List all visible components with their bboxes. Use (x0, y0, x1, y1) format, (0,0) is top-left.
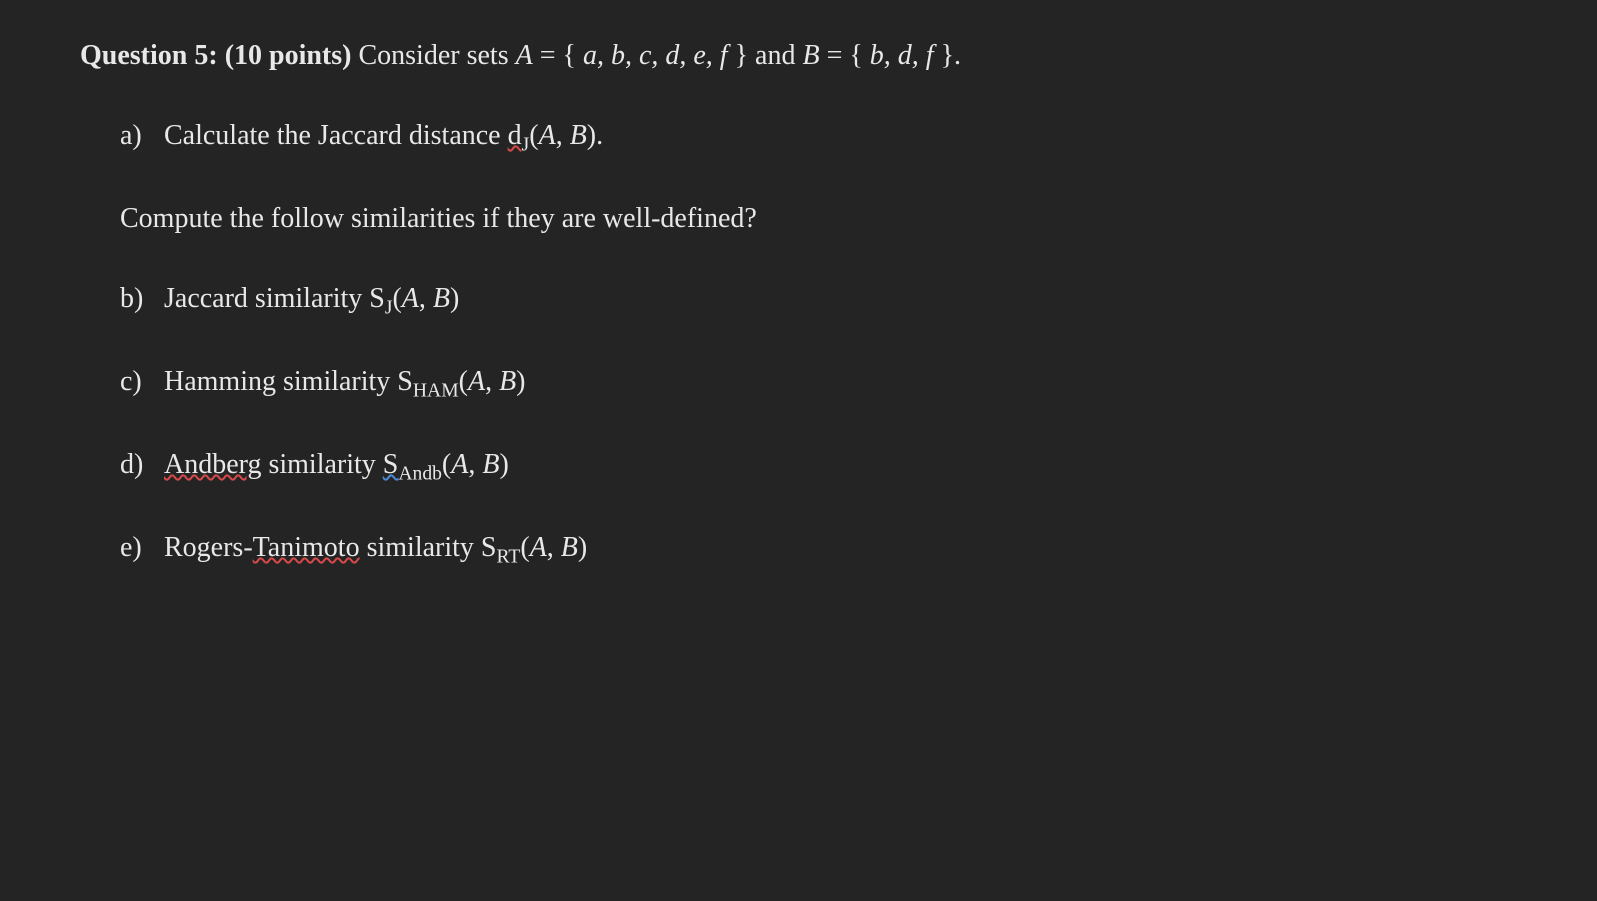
close-paren: ) (450, 283, 459, 314)
set-a-members: a, b, c, d, e, f (583, 40, 728, 71)
var-a: A (468, 366, 485, 397)
dj-notation: dJ (508, 120, 530, 151)
set-a-close: } and (735, 40, 803, 71)
question-header: Question 5: (10 points) Consider sets A … (80, 35, 1517, 77)
sep: , (485, 366, 499, 397)
close-paren: ) (516, 366, 525, 397)
item-d-mid: similarity (261, 449, 382, 480)
open-paren: ( (459, 366, 468, 397)
sandb-sub: Andb (398, 464, 442, 485)
item-c-prefix: Hamming similarity S (164, 366, 413, 397)
srt-sub: RT (496, 547, 520, 568)
item-a-prefix: Calculate the Jaccard distance (164, 120, 508, 151)
question-body: a) Calculate the Jaccard distance dJ(A, … (80, 115, 1517, 572)
item-b: b) Jaccard similarity SJ(A, B) (120, 278, 1517, 323)
question-number: Question 5: (80, 40, 218, 71)
set-b-close: }. (941, 40, 961, 71)
item-content: Rogers-Tanimoto similarity SRT(A, B) (164, 527, 587, 572)
item-content: Jaccard similarity SJ(A, B) (164, 278, 459, 323)
sep: , (547, 532, 561, 563)
s-letter: S (383, 449, 399, 480)
sandb-notation: SAndb (383, 449, 442, 480)
open-paren: ( (529, 120, 538, 151)
item-content: Andberg similarity SAndb(A, B) (164, 444, 509, 489)
prompt-prefix: Consider sets (358, 40, 515, 71)
var-b: B (570, 120, 587, 151)
close-paren: ). (587, 120, 603, 151)
open-paren: ( (520, 532, 529, 563)
close-paren: ) (578, 532, 587, 563)
set-b-name: B (802, 40, 819, 71)
sep: , (468, 449, 482, 480)
item-e-mid: similarity S (360, 532, 497, 563)
sham-sub: HAM (413, 381, 459, 402)
var-b: B (561, 532, 578, 563)
sep: , (419, 283, 433, 314)
instruction: Compute the follow similarities if they … (120, 198, 1517, 240)
question-points: (10 points) (225, 40, 352, 71)
item-label: a) (120, 115, 164, 157)
item-label: c) (120, 361, 164, 403)
item-label: b) (120, 278, 164, 320)
var-a: A (451, 449, 468, 480)
close-paren: ) (499, 449, 508, 480)
item-c: c) Hamming similarity SHAM(A, B) (120, 361, 1517, 406)
var-a: A (530, 532, 547, 563)
item-label: e) (120, 527, 164, 569)
var-a: A (539, 120, 556, 151)
item-e: e) Rogers-Tanimoto similarity SRT(A, B) (120, 527, 1517, 572)
item-content: Calculate the Jaccard distance dJ(A, B). (164, 115, 603, 160)
item-d: d) Andberg similarity SAndb(A, B) (120, 444, 1517, 489)
var-a: A (402, 283, 419, 314)
item-content: Hamming similarity SHAM(A, B) (164, 361, 526, 406)
open-paren: ( (442, 449, 451, 480)
fn-d: d (508, 120, 522, 151)
set-a-name: A (516, 40, 533, 71)
set-b-members: b, d, f (870, 40, 934, 71)
var-b: B (433, 283, 450, 314)
var-b: B (482, 449, 499, 480)
item-label: d) (120, 444, 164, 486)
sep: , (556, 120, 570, 151)
var-b: B (499, 366, 516, 397)
item-b-prefix: Jaccard similarity S (164, 283, 385, 314)
tanimoto-word: Tanimoto (253, 532, 360, 563)
item-e-prefix1: Rogers- (164, 532, 253, 563)
andberg-word: Andberg (164, 449, 261, 480)
set-a-eq: = { (540, 40, 576, 71)
item-a: a) Calculate the Jaccard distance dJ(A, … (120, 115, 1517, 160)
open-paren: ( (392, 283, 401, 314)
set-b-eq: = { (827, 40, 863, 71)
